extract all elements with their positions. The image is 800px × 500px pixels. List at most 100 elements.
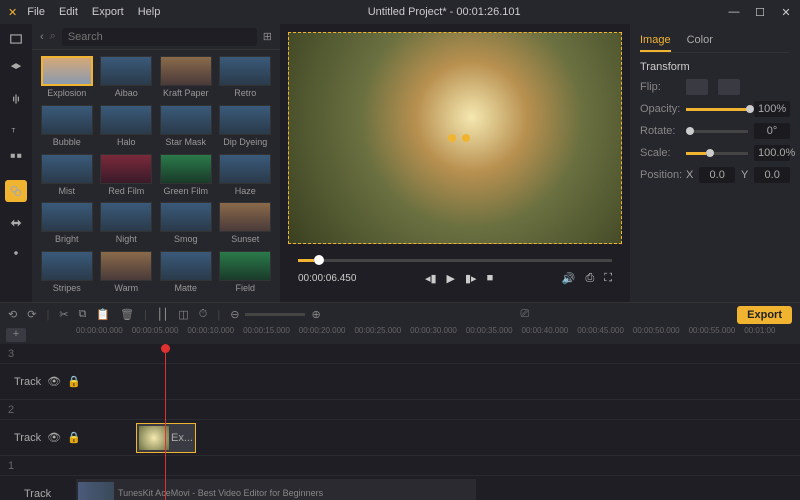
window-title: Untitled Project* - 00:01:26.101 (160, 6, 728, 18)
layers-icon[interactable] (7, 60, 25, 78)
close-button[interactable]: ✕ (780, 6, 792, 19)
speed-button[interactable]: ⏱ (199, 308, 208, 321)
ruler-tick: 00:01:00 (744, 326, 800, 344)
maximize-button[interactable]: ☐ (754, 6, 766, 19)
effect-thumb[interactable]: Green Film (157, 154, 215, 199)
paste-button[interactable]: 📋 (96, 308, 110, 321)
effect-thumb[interactable]: Haze (217, 154, 275, 199)
effect-name: Matte (174, 283, 197, 293)
split-button[interactable]: ⎮⎮ (157, 308, 168, 321)
play-button[interactable]: ▶ (447, 272, 455, 285)
effect-name: Green Film (163, 186, 208, 196)
scale-value[interactable]: 100.0% (754, 145, 790, 161)
scrub-bar[interactable] (288, 252, 622, 268)
effect-thumb[interactable]: Dip Dyeing (217, 105, 275, 150)
time-ruler[interactable]: + 00:00:00.00000:00:05.00000:00:10.00000… (0, 326, 800, 344)
effect-thumb[interactable]: Star Mask (157, 105, 215, 150)
preview-canvas[interactable] (288, 32, 622, 244)
effects-grid: ExplosionAibao Kraft Paper Retro BubbleHalo… (32, 50, 280, 302)
snapshot-icon[interactable]: ⎙ (585, 272, 594, 285)
redo-button[interactable]: ⟳ (27, 308, 36, 321)
tab-color[interactable]: Color (687, 30, 713, 52)
timeline-clip[interactable]: TunesKit AceMovi - Best Video Editor for… (76, 479, 476, 500)
playhead[interactable] (165, 344, 166, 500)
effects-icon[interactable] (5, 180, 27, 202)
settings-icon[interactable] (7, 244, 25, 262)
templates-icon[interactable] (7, 150, 25, 168)
effect-name: Star Mask (165, 137, 206, 147)
crop-button[interactable]: ◫ (178, 308, 188, 321)
minimize-button[interactable]: — (728, 6, 740, 19)
copy-button[interactable]: ⧉ (79, 308, 87, 321)
effect-name: Night (116, 234, 137, 244)
effect-thumb[interactable]: Smog (157, 202, 215, 247)
menu-help[interactable]: Help (138, 6, 161, 18)
effect-name: Mist (59, 186, 76, 196)
zoom-out-button[interactable]: ⊖ (230, 308, 239, 321)
rotate-slider[interactable] (686, 130, 748, 133)
effect-thumb[interactable]: Retro (217, 56, 275, 101)
effect-thumb[interactable]: Sunset (217, 202, 275, 247)
effect-name: Field (235, 283, 255, 293)
transitions-icon[interactable] (7, 214, 25, 232)
position-x-value[interactable]: 0.0 (699, 167, 735, 183)
properties-panel: Image Color Transform Flip: Opacity: 100… (630, 24, 800, 302)
effect-thumb[interactable]: Warm (98, 251, 156, 296)
menu-edit[interactable]: Edit (59, 6, 78, 18)
scale-slider[interactable] (686, 152, 748, 155)
opacity-slider[interactable] (686, 108, 748, 111)
track-visibility-icon[interactable]: 👁 (47, 431, 61, 444)
export-button[interactable]: Export (737, 306, 792, 324)
audio-icon[interactable] (7, 90, 25, 108)
ruler-tick: 00:00:25.000 (354, 326, 410, 344)
render-icon[interactable]: ⎚ (521, 308, 530, 321)
effect-name: Red Film (108, 186, 144, 196)
menu-export[interactable]: Export (92, 6, 124, 18)
effect-thumb[interactable]: Stripes (38, 251, 96, 296)
cut-button[interactable]: ✂ (59, 308, 68, 321)
flip-vertical-button[interactable] (718, 79, 740, 95)
zoom-in-button[interactable]: ⊕ (311, 308, 320, 321)
effect-thumb[interactable]: Mist (38, 154, 96, 199)
effect-thumb[interactable]: Explosion (38, 56, 96, 101)
media-icon[interactable] (7, 30, 25, 48)
back-icon[interactable]: ‹ (40, 31, 44, 43)
undo-button[interactable]: ⟲ (8, 308, 17, 321)
search-input[interactable] (62, 28, 257, 46)
flip-horizontal-button[interactable] (686, 79, 708, 95)
ruler-tick: 00:00:40.000 (522, 326, 578, 344)
track-visibility-icon[interactable]: 👁 (47, 375, 61, 388)
effect-name: Sunset (231, 234, 259, 244)
text-icon[interactable]: T (7, 120, 25, 138)
delete-button[interactable]: 🗑 (120, 308, 134, 321)
effect-thumb[interactable]: Halo (98, 105, 156, 150)
effect-thumb[interactable]: Field (217, 251, 275, 296)
grid-view-icon[interactable]: ⊞ (263, 30, 272, 43)
effect-thumb[interactable]: Bubble (38, 105, 96, 150)
add-track-button[interactable]: + (6, 328, 26, 342)
effect-thumb[interactable]: Red Film (98, 154, 156, 199)
effect-thumb[interactable]: Aibao (98, 56, 156, 101)
volume-icon[interactable]: 🔊 (562, 272, 576, 285)
opacity-value[interactable]: 100% (754, 101, 790, 117)
timeline-clip[interactable]: Ex... (136, 423, 196, 453)
tab-image[interactable]: Image (640, 30, 671, 52)
prev-frame-button[interactable]: ◂▮ (425, 272, 437, 285)
menu-bar: File Edit Export Help (27, 6, 160, 18)
effect-thumb[interactable]: Night (98, 202, 156, 247)
fullscreen-icon[interactable]: ⛶ (604, 272, 612, 285)
effect-name: Kraft Paper (163, 88, 209, 98)
clip-label: TunesKit AceMovi - Best Video Editor for… (118, 488, 323, 498)
effect-thumb[interactable]: Kraft Paper (157, 56, 215, 101)
effect-thumb[interactable]: Matte (157, 251, 215, 296)
ruler-tick: 00:00:35.000 (466, 326, 522, 344)
next-frame-button[interactable]: ▮▸ (465, 272, 477, 285)
track-1-label: Track (24, 488, 51, 500)
ruler-tick: 00:00:05.000 (132, 326, 188, 344)
zoom-slider[interactable] (245, 313, 305, 316)
effect-thumb[interactable]: Bright (38, 202, 96, 247)
rotate-value[interactable]: 0° (754, 123, 790, 139)
position-y-value[interactable]: 0.0 (754, 167, 790, 183)
menu-file[interactable]: File (27, 6, 45, 18)
stop-button[interactable]: ■ (487, 272, 494, 285)
